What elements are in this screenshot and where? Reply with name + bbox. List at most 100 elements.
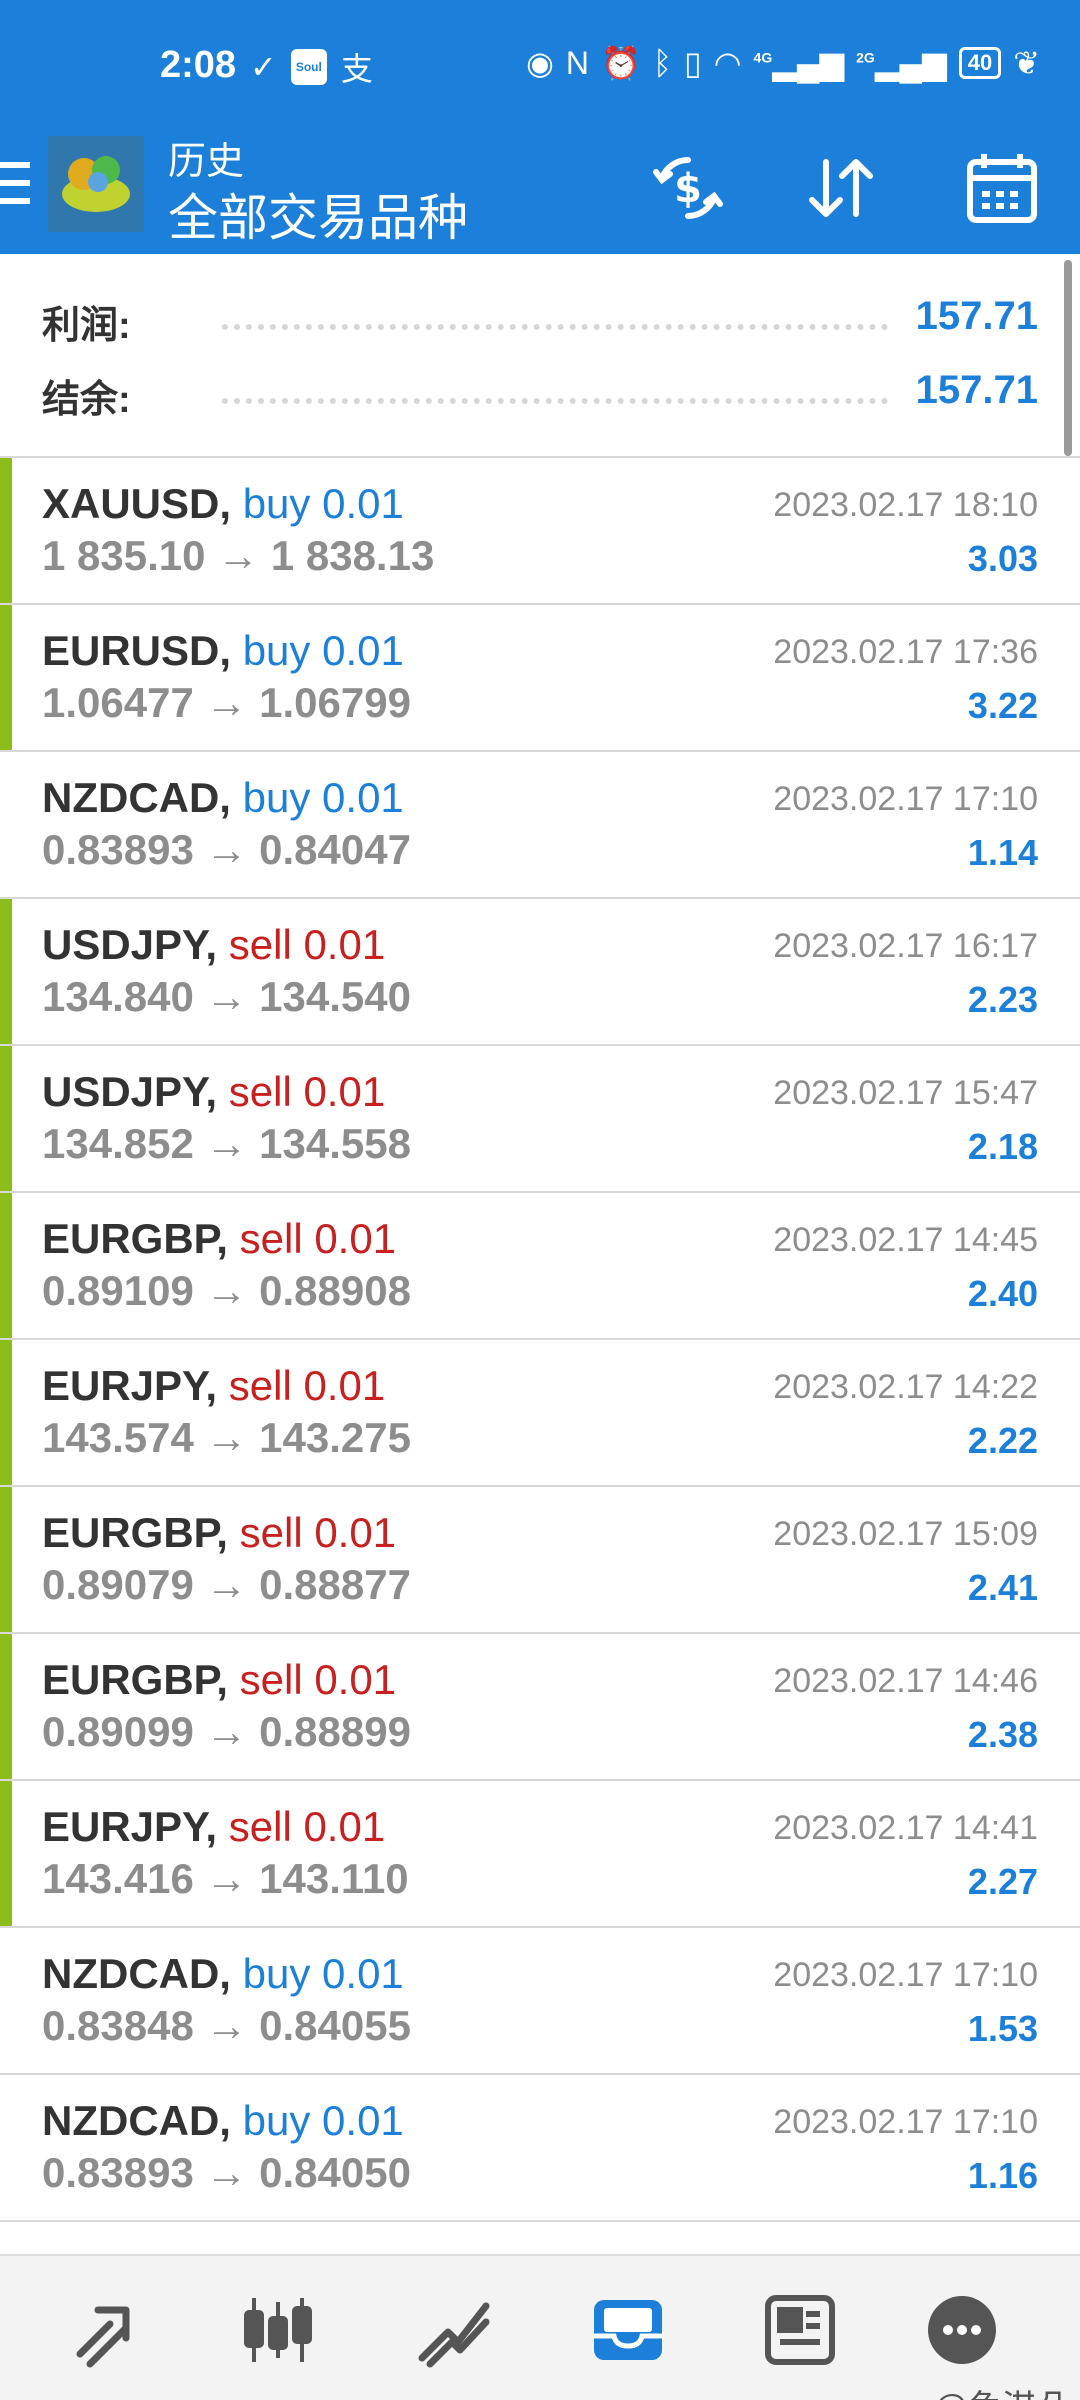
- signal-4g-icon: 4G▂▄▆: [753, 45, 845, 81]
- trade-symbol: EURJPY, sell 0.01: [42, 1803, 385, 1851]
- trade-prices: 0.89109 → 0.88908: [42, 1267, 411, 1314]
- trade-side-volume: sell 0.01: [228, 921, 386, 968]
- position-marker: [0, 458, 12, 603]
- trade-prices: 0.89099 → 0.88899: [42, 1708, 411, 1755]
- trade-date: 2023.02.17 15:47: [773, 1074, 1038, 1112]
- trade-side-volume: buy 0.01: [242, 627, 404, 674]
- messages-icon[interactable]: [924, 2292, 1000, 2368]
- position-marker: [0, 1634, 12, 1779]
- dotted-leader: [222, 324, 888, 330]
- trade-side-volume: buy 0.01: [242, 480, 404, 527]
- dotted-leader: [222, 398, 888, 404]
- account-summary: 利润: 157.71 结余: 157.71: [0, 254, 1080, 458]
- trade-date: 2023.02.17 14:22: [773, 1368, 1038, 1406]
- trade-prices: 1 835.10 → 1 838.13: [42, 532, 435, 579]
- trade-row[interactable]: XAUUSD, buy 0.01 1 835.10 → 1 838.13 2023.…: [0, 458, 1080, 605]
- news-icon[interactable]: [762, 2292, 838, 2368]
- trade-row[interactable]: NZDCAD, buy 0.01 0.83848 → 0.84055 2023.02…: [0, 1928, 1080, 2075]
- status-bar: 2:08 ✓ Soul 支 ◉ N ⏰ ᛒ ▯ ◠ 4G▂▄▆ 2G▂▄▆ 40…: [0, 0, 1080, 130]
- trade-profit: 2.41: [967, 1567, 1038, 1608]
- trade-symbol: NZDCAD, buy 0.01: [42, 2097, 404, 2145]
- trade-history-list: XAUUSD, buy 0.01 1 835.10 → 1 838.13 2023.…: [0, 458, 1080, 2222]
- trade-symbol: EURGBP, sell 0.01: [42, 1509, 396, 1557]
- svg-text:$: $: [674, 166, 702, 212]
- balance-value: 157.71: [915, 368, 1038, 412]
- position-marker: [0, 1781, 12, 1926]
- trade-row[interactable]: EURGBP, sell 0.01 0.89099 → 0.88899 2023.0…: [0, 1634, 1080, 1781]
- page-title: 历史: [168, 141, 245, 183]
- status-right-icons: ◉ N ⏰ ᛒ ▯ ◠ 4G▂▄▆ 2G▂▄▆ 40 ❦: [526, 44, 1040, 82]
- symbol-name: XAUUSD,: [42, 480, 232, 527]
- trade-date: 2023.02.17 17:10: [773, 2103, 1038, 2141]
- trade-row[interactable]: NZDCAD, buy 0.01 0.83893 → 0.84050 2023.02…: [0, 2075, 1080, 2222]
- trade-row[interactable]: EURJPY, sell 0.01 143.416 → 143.110 2023.0…: [0, 1781, 1080, 1928]
- symbol-name: NZDCAD,: [42, 1950, 231, 1997]
- charging-leaf-icon: ❦: [1013, 45, 1040, 81]
- trade-side-volume: sell 0.01: [239, 1509, 397, 1556]
- wifi-icon: ◠: [713, 45, 742, 81]
- menu-icon[interactable]: [0, 162, 30, 216]
- symbol-name: EURGBP,: [42, 1509, 228, 1556]
- soul-app-icon: Soul: [290, 49, 327, 85]
- trade-side-volume: sell 0.01: [228, 1803, 386, 1850]
- trade-side-volume: sell 0.01: [228, 1362, 386, 1409]
- status-time: 2:08: [160, 44, 237, 86]
- trade-row[interactable]: EURJPY, sell 0.01 143.574 → 143.275 2023.0…: [0, 1340, 1080, 1487]
- trade-symbol: EURJPY, sell 0.01: [42, 1362, 385, 1410]
- symbol-name: NZDCAD,: [42, 774, 231, 821]
- trade-side-volume: buy 0.01: [242, 774, 404, 821]
- trade-icon[interactable]: [416, 2292, 492, 2368]
- trade-side-volume: buy 0.01: [242, 2097, 404, 2144]
- quotes-icon[interactable]: [70, 2292, 146, 2368]
- calendar-icon[interactable]: [962, 148, 1042, 228]
- alarm-icon: ⏰: [600, 45, 641, 81]
- symbol-name: NZDCAD,: [42, 2097, 231, 2144]
- profit-value: 157.71: [915, 294, 1038, 338]
- trade-row[interactable]: EURUSD, buy 0.01 1.06477 → 1.06799 2023.02…: [0, 605, 1080, 752]
- eye-icon: ◉: [525, 45, 554, 81]
- trade-symbol: NZDCAD, buy 0.01: [42, 1950, 404, 1998]
- trade-prices: 0.89079 → 0.88877: [42, 1561, 411, 1608]
- trade-prices: 1.06477 → 1.06799: [42, 679, 411, 726]
- trade-date: 2023.02.17 15:09: [773, 1515, 1038, 1553]
- trade-profit: 1.16: [967, 2155, 1038, 2196]
- bluetooth-icon: ᛒ: [652, 44, 673, 81]
- trade-row[interactable]: USDJPY, sell 0.01 134.840 → 134.540 2023.0…: [0, 899, 1080, 1046]
- trade-row[interactable]: EURGBP, sell 0.01 0.89079 → 0.88877 2023.0…: [0, 1487, 1080, 1634]
- trade-profit: 2.40: [967, 1273, 1038, 1314]
- trade-side-volume: sell 0.01: [239, 1215, 397, 1262]
- bottom-navigation: [0, 2254, 1080, 2400]
- trade-symbol: XAUUSD, buy 0.01: [42, 480, 404, 528]
- watermark: @兔淇朵: [933, 2380, 1070, 2400]
- chart-icon[interactable]: [240, 2292, 316, 2368]
- trade-symbol: USDJPY, sell 0.01: [42, 921, 385, 969]
- trade-date: 2023.02.17 17:36: [773, 633, 1038, 671]
- trade-side-volume: sell 0.01: [239, 1656, 397, 1703]
- profit-row: 利润: 157.71: [42, 294, 1038, 354]
- battery-icon: 40: [958, 47, 1002, 79]
- trade-profit: 2.27: [967, 1861, 1038, 1902]
- trade-row[interactable]: EURGBP, sell 0.01 0.89109 → 0.88908 2023.0…: [0, 1193, 1080, 1340]
- app-bar: 历史 全部交易品种 $: [0, 130, 1080, 254]
- trade-row[interactable]: NZDCAD, buy 0.01 0.83893 → 0.84047 2023.02…: [0, 752, 1080, 899]
- currency-exchange-icon[interactable]: $: [648, 148, 728, 228]
- trade-symbol: EURGBP, sell 0.01: [42, 1215, 396, 1263]
- trade-profit: 2.23: [967, 979, 1038, 1020]
- trade-date: 2023.02.17 14:46: [773, 1662, 1038, 1700]
- trade-prices: 134.840 → 134.540: [42, 973, 411, 1020]
- app-logo: [48, 136, 144, 232]
- trade-profit: 2.18: [967, 1126, 1038, 1167]
- sort-icon[interactable]: [800, 148, 880, 228]
- trade-symbol: EURUSD, buy 0.01: [42, 627, 404, 675]
- position-marker: [0, 1340, 12, 1485]
- history-icon[interactable]: [590, 2292, 666, 2368]
- trade-row[interactable]: USDJPY, sell 0.01 134.852 → 134.558 2023.0…: [0, 1046, 1080, 1193]
- scrollbar[interactable]: [1064, 260, 1072, 456]
- trade-date: 2023.02.17 14:45: [773, 1221, 1038, 1259]
- status-left-icons: ✓ Soul 支: [250, 44, 373, 90]
- nfc-icon: N: [565, 44, 589, 81]
- trade-date: 2023.02.17 16:17: [773, 927, 1038, 965]
- trade-prices: 134.852 → 134.558: [42, 1120, 411, 1167]
- trade-profit: 3.22: [967, 685, 1038, 726]
- symbol-filter[interactable]: 全部交易品种: [168, 178, 468, 250]
